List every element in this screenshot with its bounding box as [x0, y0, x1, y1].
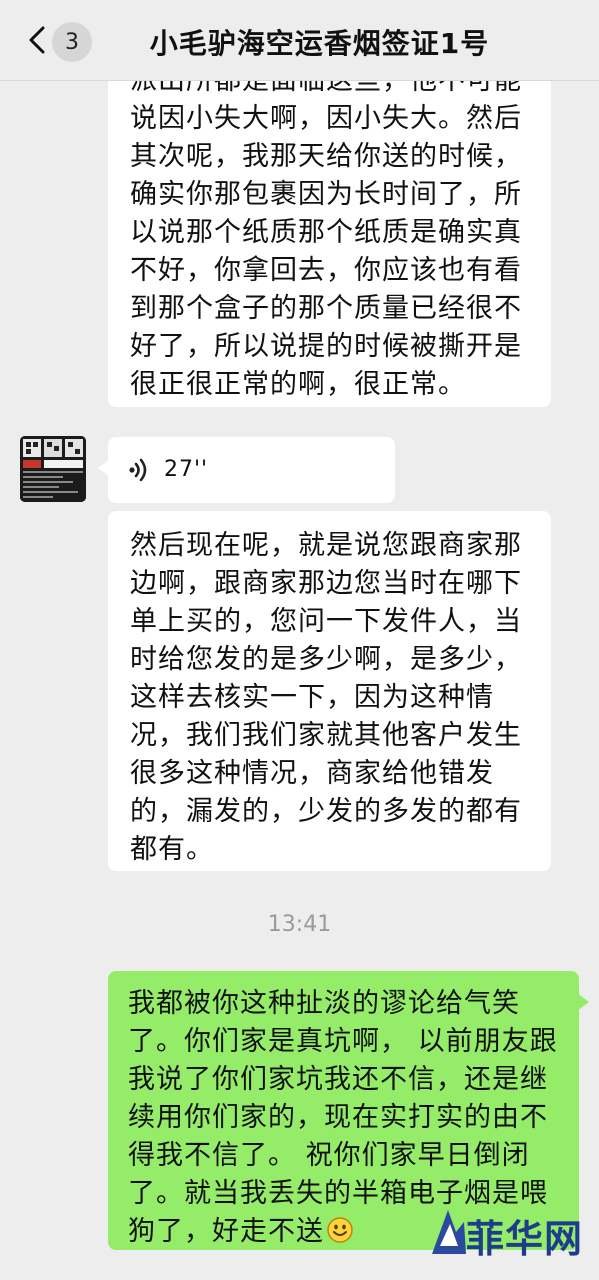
message-text: 然后现在呢，就是说您跟商家那边啊，跟商家那边您当时在哪下单上买的，您问一下发件人…: [130, 530, 522, 865]
voice-duration: 27'': [164, 457, 209, 482]
voice-wave-icon: [129, 458, 147, 482]
voice-message-bubble[interactable]: 27'': [98, 437, 395, 503]
watermark-text: 菲华网: [466, 1216, 584, 1261]
message-text: 派出所都是面临这些，他不可能说因小失大啊，因小失大。然后其次呢，我那天给你送的时…: [130, 65, 522, 400]
chat-header: 3 小毛驴海空运香烟签证1号: [0, 0, 599, 81]
watermark-logo-icon: [432, 1210, 466, 1254]
message-timestamp: 13:41: [267, 912, 332, 937]
message-bubble-incoming[interactable]: 派出所都是面临这些，他不可能说因小失大啊，因小失大。然后其次呢，我那天给你送的时…: [108, 50, 551, 407]
message-bubble-incoming[interactable]: 然后现在呢，就是说您跟商家那边啊，跟商家那边您当时在哪下单上买的，您问一下发件人…: [108, 511, 551, 871]
smiley-icon: [327, 1217, 353, 1243]
chat-title: 小毛驴海空运香烟签证1号: [149, 27, 490, 60]
avatar-image: [20, 436, 86, 502]
site-watermark: 菲华网: [426, 1200, 591, 1266]
contact-avatar[interactable]: [20, 436, 86, 502]
